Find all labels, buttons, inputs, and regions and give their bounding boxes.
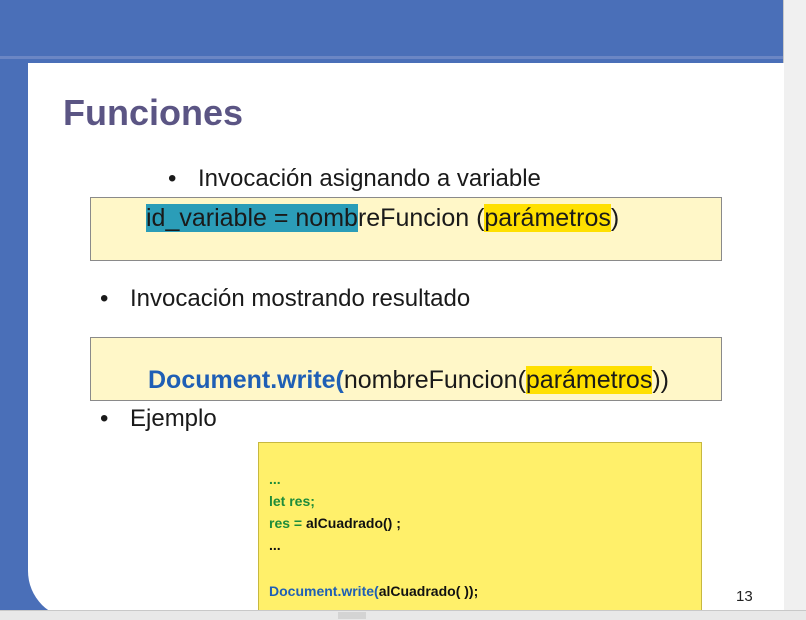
example-line-ellipsis-2: ... (269, 537, 281, 553)
bullet-invocation-show: • Invocación mostrando resultado (100, 285, 470, 313)
slide-page-number: 13 (736, 588, 753, 605)
bullet-text: Ejemplo (130, 405, 217, 432)
slide-title: Funciones (63, 92, 244, 133)
scrollbar-thumb[interactable] (338, 612, 366, 619)
bullet-dot: • (100, 405, 109, 432)
highlighted-param: parámetros (525, 366, 653, 394)
code-function: nombreFuncion( (343, 366, 526, 394)
code-close: ) (610, 204, 620, 232)
example-line-let: let res; (269, 493, 315, 509)
example-token-write: Document.write( (269, 583, 379, 599)
right-scroll-strip[interactable] (783, 0, 806, 619)
code-line-assign: id_variable = nombreFuncion (parámetros) (146, 204, 619, 233)
example-token-res: res = (269, 515, 306, 531)
example-line-ellipsis: ... (269, 471, 281, 487)
example-line-assign: res = alCuadrado() ; (269, 515, 401, 531)
keyword-document-write: Document.write( (148, 366, 344, 394)
example-token-call: alCuadrado() ; (305, 515, 401, 531)
selected-text: id_variable = nomb (146, 204, 358, 232)
code-close: )) (652, 366, 669, 394)
example-line-write: Document.write(alCuadrado( )); (269, 583, 478, 599)
bullet-invocation-assign: • Invocación asignando a variable (168, 165, 541, 193)
bullet-example: • Ejemplo (100, 405, 217, 433)
highlighted-param: parámetros (484, 204, 611, 232)
example-code-box: ... let res; res = alCuadrado() ; ... Do… (258, 442, 702, 614)
top-toolbar (0, 0, 806, 58)
bullet-text: Invocación asignando a variable (198, 165, 541, 192)
bullet-dot: • (168, 165, 177, 192)
code-line-write: Document.write(nombreFuncion(parámetros)… (148, 366, 669, 395)
bullet-text: Invocación mostrando resultado (130, 285, 471, 312)
bullet-dot: • (100, 285, 109, 312)
toolbar-divider (0, 56, 806, 59)
code-text: reFuncion ( (357, 204, 485, 232)
example-token-call: alCuadrado( )); (378, 583, 479, 599)
